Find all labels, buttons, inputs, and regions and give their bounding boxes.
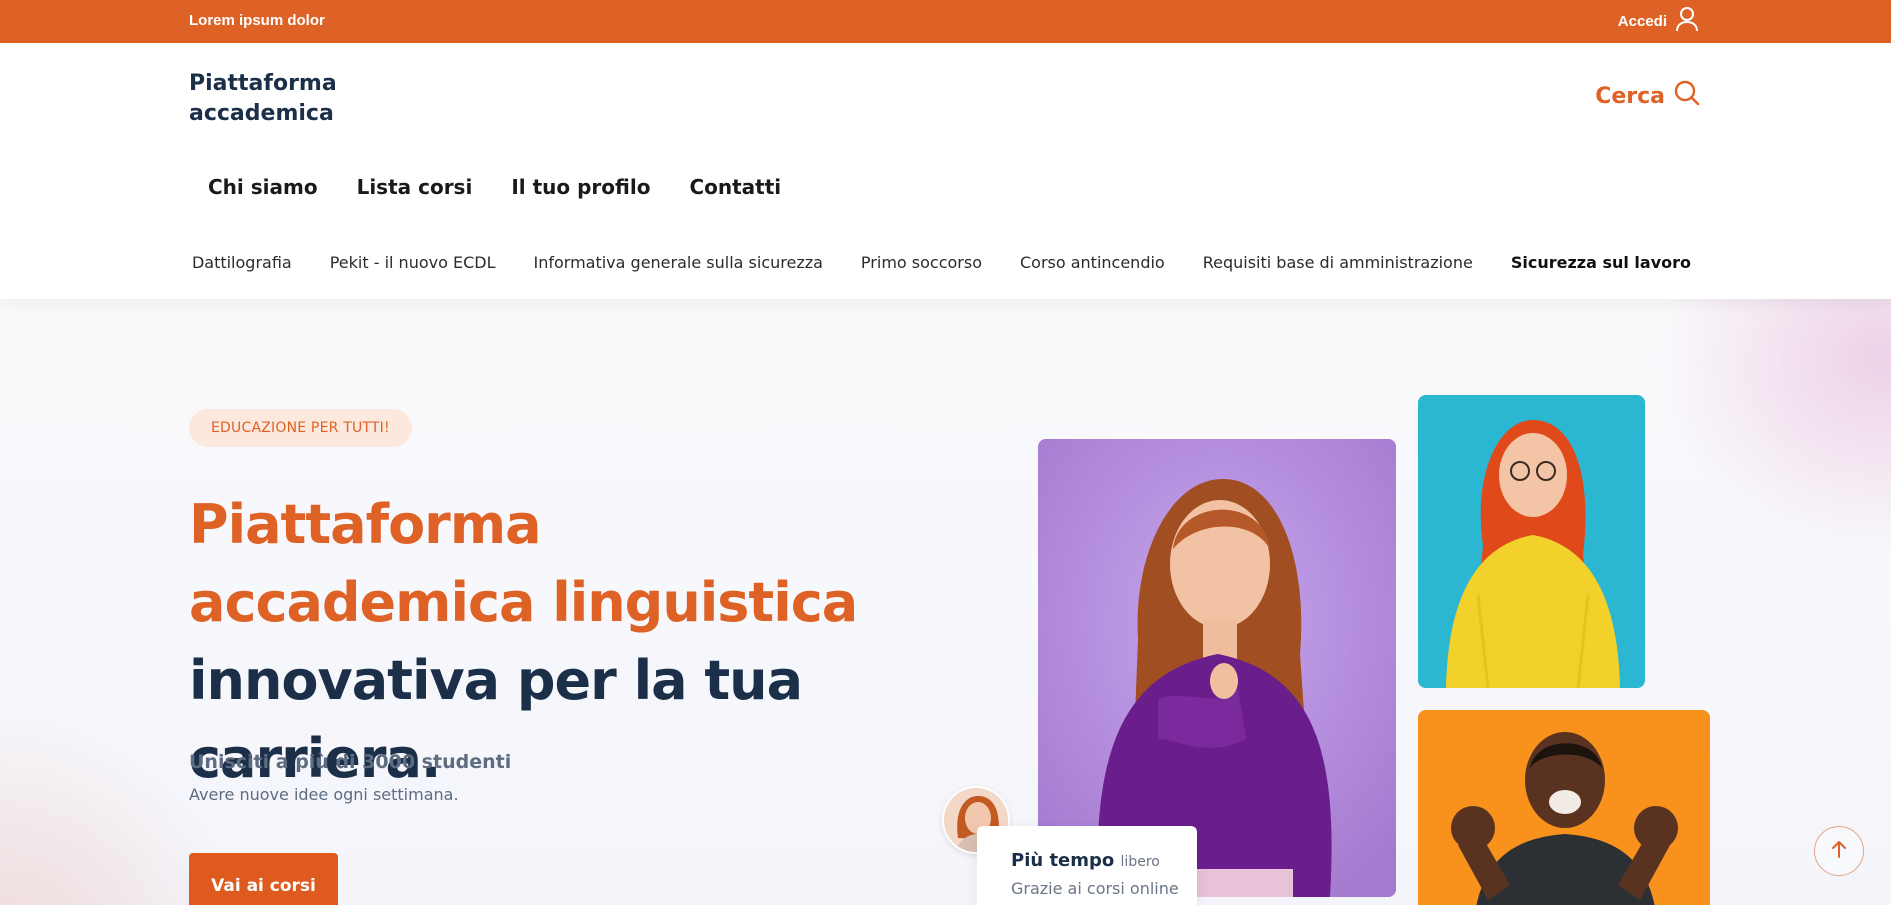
login-link[interactable]: Accedi bbox=[1618, 6, 1699, 36]
student-photo-orange bbox=[1418, 710, 1710, 905]
headline-accent: Piattaforma accademica linguistica bbox=[189, 493, 858, 634]
nav-chi-siamo[interactable]: Chi siamo bbox=[208, 175, 318, 199]
card-title-main: Più tempo bbox=[1011, 850, 1115, 871]
site-logo[interactable]: Piattaforma accademica bbox=[189, 69, 337, 129]
nav-il-tuo-profilo[interactable]: Il tuo profilo bbox=[511, 175, 650, 199]
card-title-small: libero bbox=[1120, 854, 1160, 870]
scroll-top-button[interactable] bbox=[1814, 826, 1864, 876]
courses-button[interactable]: Vai ai corsi bbox=[189, 853, 338, 905]
arrow-up-icon bbox=[1830, 839, 1848, 863]
student-photo-yellow bbox=[1418, 395, 1645, 688]
top-bar: Lorem ipsum dolor Accedi bbox=[0, 0, 1891, 43]
nav-lista-corsi[interactable]: Lista corsi bbox=[357, 175, 473, 199]
search-icon bbox=[1673, 79, 1701, 113]
course-link-antincendio[interactable]: Corso antincendio bbox=[1020, 253, 1165, 272]
user-icon bbox=[1675, 6, 1699, 36]
course-link-pekit[interactable]: Pekit - il nuovo ECDL bbox=[330, 253, 496, 272]
nav-contatti[interactable]: Contatti bbox=[689, 175, 781, 199]
main-nav: Chi siamo Lista corsi Il tuo profilo Con… bbox=[208, 175, 781, 199]
search-label: Cerca bbox=[1595, 83, 1665, 109]
info-card: Più tempo libero Grazie ai corsi online bbox=[977, 826, 1197, 905]
course-link-sicurezza-lavoro[interactable]: Sicurezza sul lavoro bbox=[1511, 253, 1691, 272]
course-link-informativa-sicurezza[interactable]: Informativa generale sulla sicurezza bbox=[533, 253, 822, 272]
course-nav: Dattilografia Pekit - il nuovo ECDL Info… bbox=[192, 253, 1691, 272]
course-link-amministrazione[interactable]: Requisiti base di amministrazione bbox=[1203, 253, 1473, 272]
card-text: Grazie ai corsi online bbox=[1011, 879, 1179, 898]
hero-subtitle: Unisciti a più di 3000 studenti bbox=[189, 751, 512, 773]
search-button[interactable]: Cerca bbox=[1595, 79, 1701, 113]
site-header: Piattaforma accademica Cerca Chi siamo L… bbox=[0, 43, 1891, 299]
course-link-primo-soccorso[interactable]: Primo soccorso bbox=[861, 253, 982, 272]
card-title: Più tempo libero bbox=[1011, 850, 1197, 871]
logo-line-2: accademica bbox=[189, 101, 334, 126]
top-bar-brand: Lorem ipsum dolor bbox=[189, 12, 325, 29]
hero-section: EDUCAZIONE PER TUTTI! Piattaforma accade… bbox=[0, 299, 1891, 905]
login-label: Accedi bbox=[1617, 12, 1667, 30]
course-link-dattilografia[interactable]: Dattilografia bbox=[192, 253, 292, 272]
hero-badge: EDUCAZIONE PER TUTTI! bbox=[189, 409, 412, 447]
hero-subtext: Avere nuove idee ogni settimana. bbox=[189, 785, 459, 804]
logo-line-1: Piattaforma bbox=[189, 71, 337, 96]
